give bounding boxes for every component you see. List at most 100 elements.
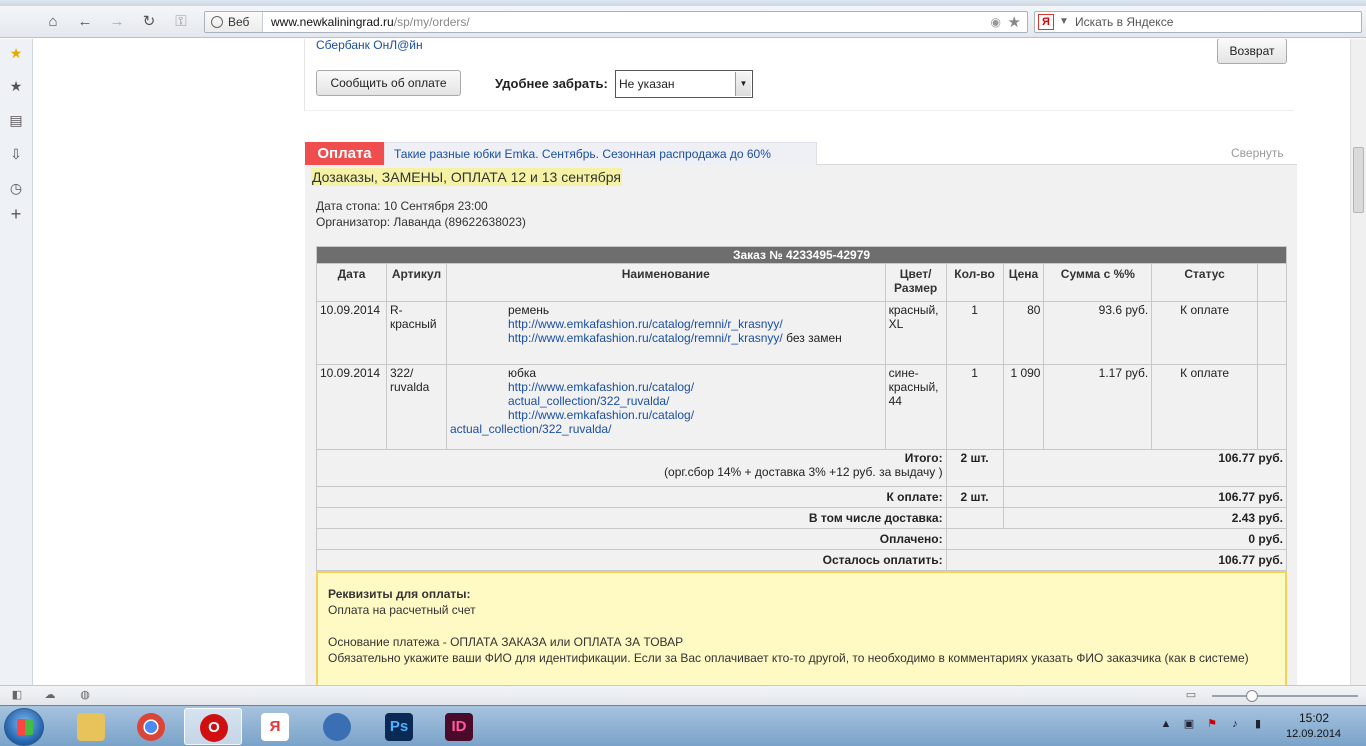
zoom-slider-handle[interactable] bbox=[1246, 690, 1258, 702]
clock-date[interactable]: 12.09.2014 bbox=[1286, 728, 1341, 740]
reload-icon[interactable]: ↻ bbox=[138, 12, 160, 32]
opera-icon: O bbox=[200, 714, 228, 742]
payment-method-link[interactable]: Сбербанк ОнЛ@йн bbox=[316, 39, 423, 52]
item-link[interactable]: actual_collection/322_ruvalda/ bbox=[450, 422, 611, 436]
yandex-search-bar[interactable]: Я ▼ Искать в Яндексе bbox=[1034, 11, 1362, 33]
page-viewport: Сбербанк ОнЛ@йн Возврат Сообщить об опла… bbox=[34, 39, 1350, 685]
yandex-icon[interactable]: Я bbox=[1038, 14, 1054, 30]
total-row: Итого: (орг.сбор 14% + доставка 3% +12 р… bbox=[316, 449, 1287, 487]
pickup-label: Удобнее забрать: bbox=[495, 76, 608, 91]
scrollbar-thumb[interactable] bbox=[1353, 147, 1364, 213]
taskbar-app-yandex[interactable]: Я bbox=[246, 708, 304, 745]
table-row: 10.09.2014 322/ ruvalda юбка http://www.… bbox=[316, 364, 1287, 450]
pickup-select[interactable]: Не указан ▼ bbox=[615, 70, 753, 98]
cell-date: 10.09.2014 bbox=[316, 364, 387, 450]
history-icon[interactable]: ◷ bbox=[7, 179, 25, 197]
panel-toggle-icon[interactable]: ◧ bbox=[9, 688, 25, 703]
table-row: 10.09.2014 R-красный ремень http://www.e… bbox=[316, 301, 1287, 365]
divider bbox=[304, 110, 1294, 111]
taskbar-app-explorer[interactable] bbox=[62, 708, 120, 745]
show-hidden-icons-icon[interactable]: ▲ bbox=[1159, 717, 1173, 731]
cell-qty: 1 bbox=[945, 301, 1004, 365]
cell-article: 322/ ruvalda bbox=[385, 364, 447, 450]
item-link[interactable]: http://www.emkafashion.ru/catalog/ bbox=[508, 408, 694, 422]
add-panel-icon[interactable]: + bbox=[7, 205, 25, 223]
chrome-icon bbox=[137, 713, 165, 741]
device-icon[interactable]: ▣ bbox=[1182, 717, 1196, 731]
item-link[interactable]: http://www.emkafashion.ru/catalog/remni/… bbox=[508, 331, 783, 345]
notes-icon[interactable]: ▤ bbox=[7, 111, 25, 129]
taskbar-app-sound[interactable] bbox=[308, 708, 366, 745]
photoshop-icon: Ps bbox=[385, 713, 413, 741]
remaining-sum: 106.77 руб. bbox=[945, 549, 1288, 571]
zoom-slider[interactable] bbox=[1212, 695, 1358, 697]
bookmark-star-icon[interactable]: ★ bbox=[1008, 13, 1021, 31]
taskbar-app-opera[interactable]: O bbox=[184, 708, 242, 745]
collapse-link[interactable]: Свернуть bbox=[1231, 146, 1284, 160]
volume-icon[interactable]: ♪ bbox=[1228, 717, 1242, 731]
url-host: www.newkaliningrad.ru bbox=[271, 15, 394, 29]
clock-time[interactable]: 15:02 bbox=[1299, 711, 1329, 725]
url-text[interactable]: www.newkaliningrad.ru/sp/my/orders/ bbox=[271, 12, 470, 32]
item-link[interactable]: actual_collection/322_ruvalda/ bbox=[508, 394, 669, 408]
cell-empty bbox=[1257, 364, 1287, 450]
total-qty: 2 шт. bbox=[945, 449, 1004, 487]
key-icon[interactable]: ⚿ bbox=[170, 12, 192, 32]
requisites-line: Обязательно укажите ваши ФИО для идентиф… bbox=[328, 651, 1249, 665]
organizer: Организатор: Лаванда (89622638023) bbox=[316, 215, 526, 229]
tab-payment[interactable]: Оплата bbox=[305, 142, 384, 165]
home-icon[interactable]: ⌂ bbox=[42, 12, 64, 32]
purchase-link[interactable]: Такие разные юбки Emka. Сентябрь. Сезонн… bbox=[384, 142, 817, 165]
cell-sum: 1.17 руб. bbox=[1043, 364, 1153, 450]
total-note: (орг.сбор 14% + доставка 3% +12 руб. за … bbox=[664, 465, 943, 479]
to-pay-label: К оплате: bbox=[316, 486, 947, 508]
cell-status: К оплате bbox=[1151, 301, 1259, 365]
speaker-icon bbox=[323, 713, 351, 741]
chevron-down-icon[interactable]: ▼ bbox=[735, 72, 751, 96]
favorites-star-icon[interactable]: ★ bbox=[7, 44, 25, 62]
item-link[interactable]: http://www.emkafashion.ru/catalog/ bbox=[508, 380, 694, 394]
taskbar-app-indesign[interactable]: ID bbox=[430, 708, 488, 745]
flag-icon[interactable]: ⚑ bbox=[1205, 717, 1219, 731]
back-icon[interactable]: ← bbox=[74, 12, 96, 32]
cloud-icon[interactable]: ☁ bbox=[42, 688, 58, 703]
item-note: без замен bbox=[782, 331, 842, 345]
browser-toolbar: ⌂ ← → ↻ ⚿ Веб www.newkaliningrad.ru/sp/m… bbox=[0, 6, 1366, 38]
browser-statusbar: ◧ ☁ ◍ ▭ bbox=[0, 685, 1366, 705]
purchase-title: Дозаказы, ЗАМЕНЫ, ОПЛАТА 12 и 13 сентябр… bbox=[311, 168, 622, 186]
cell-sum: 93.6 руб. bbox=[1043, 301, 1153, 365]
vertical-scrollbar[interactable] bbox=[1350, 39, 1366, 685]
web-search-chip[interactable]: Веб bbox=[205, 12, 263, 32]
return-button[interactable]: Возврат bbox=[1217, 39, 1287, 64]
search-engine-dropdown-icon[interactable]: ▼ bbox=[1059, 13, 1069, 31]
requisites-line: Оплата на расчетный счет bbox=[328, 603, 476, 617]
divider bbox=[304, 39, 305, 111]
bookmarks-icon[interactable]: ★ bbox=[7, 77, 25, 95]
start-button[interactable] bbox=[4, 708, 44, 746]
yandex-browser-icon: Я bbox=[261, 713, 289, 741]
forward-icon[interactable]: → bbox=[106, 12, 128, 32]
network-icon[interactable]: ▮ bbox=[1251, 717, 1265, 731]
report-payment-button[interactable]: Сообщить об оплате bbox=[316, 70, 461, 96]
requisites-title: Реквизиты для оплаты: bbox=[328, 587, 471, 601]
taskbar-app-chrome[interactable] bbox=[122, 708, 180, 745]
order-caption: Заказ № 4233495-42979 bbox=[316, 246, 1287, 264]
delivery-label: В том числе доставка: bbox=[316, 507, 947, 529]
payment-requisites: Реквизиты для оплаты: Оплата на расчетны… bbox=[316, 571, 1287, 685]
search-input[interactable]: Искать в Яндексе bbox=[1075, 12, 1173, 32]
total-sum: 106.77 руб. bbox=[1002, 449, 1287, 487]
column-header: Кол-во bbox=[945, 263, 1004, 302]
taskbar-app-photoshop[interactable]: Ps bbox=[370, 708, 428, 745]
item-link[interactable]: http://www.emkafashion.ru/catalog/remni/… bbox=[508, 317, 783, 331]
cell-color-size: красный, XL bbox=[884, 301, 947, 365]
speed-dial-icon[interactable]: ◍ bbox=[77, 688, 93, 703]
cell-empty bbox=[945, 507, 1004, 529]
rss-icon[interactable]: ◉ bbox=[991, 15, 1001, 29]
paid-label: Оплачено: bbox=[316, 528, 947, 550]
address-bar[interactable]: Веб www.newkaliningrad.ru/sp/my/orders/ … bbox=[204, 11, 1028, 33]
pickup-select-value: Не указан bbox=[619, 77, 675, 91]
requisites-line: Основание платежа - ОПЛАТА ЗАКАЗА или ОП… bbox=[328, 635, 684, 649]
remaining-label: Осталось оплатить: bbox=[316, 549, 947, 571]
window-icon[interactable]: ▭ bbox=[1183, 688, 1199, 703]
downloads-icon[interactable]: ⇩ bbox=[7, 145, 25, 163]
